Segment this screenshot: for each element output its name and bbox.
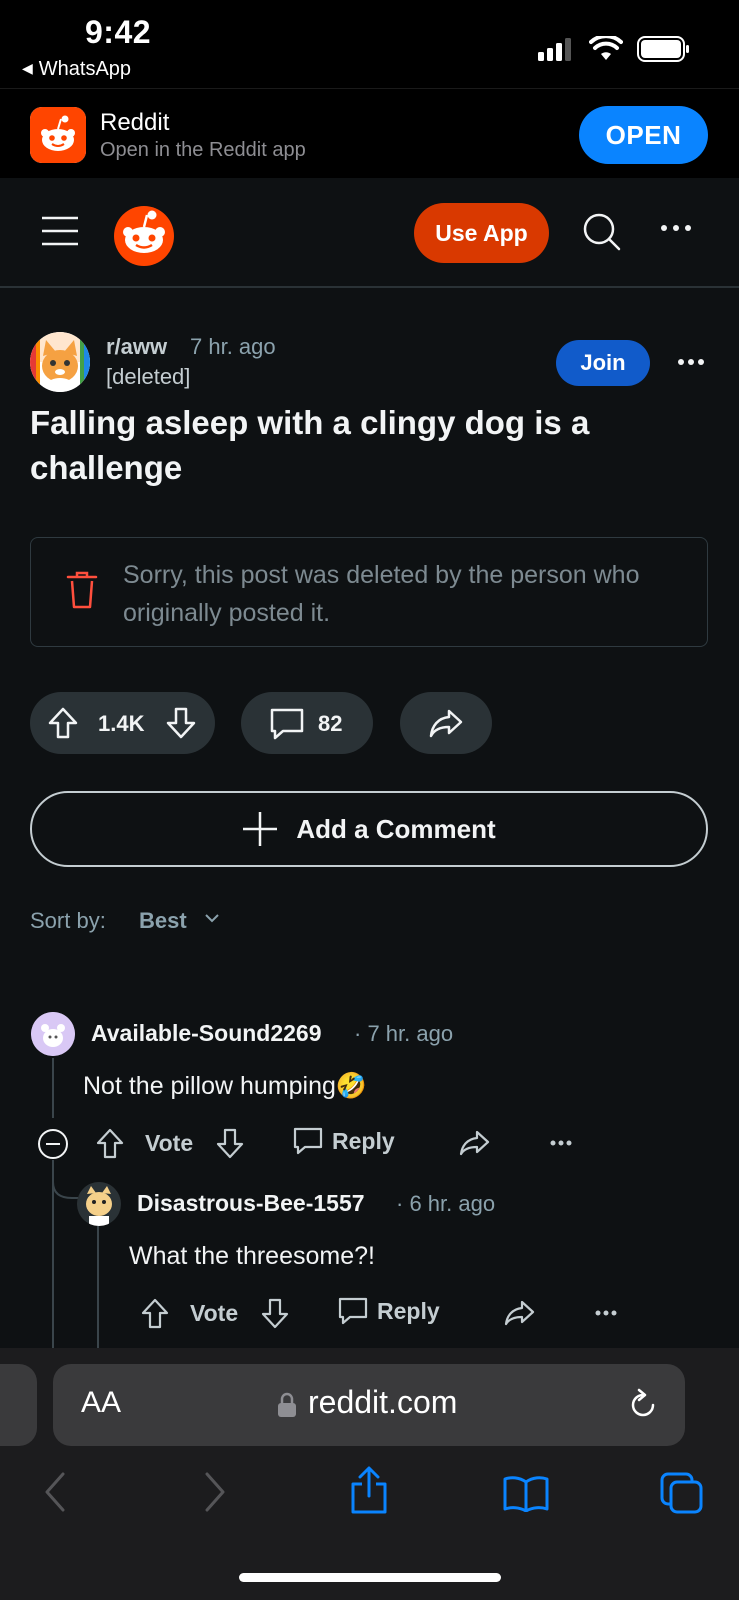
upvote-icon[interactable] [48, 707, 78, 739]
plus-icon [243, 812, 278, 846]
comment-body: Not the pillow humping🤣 [83, 1072, 368, 1100]
home-indicator [239, 1573, 501, 1582]
status-time: 9:42 [85, 14, 152, 50]
post-title: Falling asleep with a clingy dog is a ch… [30, 404, 590, 486]
back-to-app-link[interactable]: ◀ WhatsApp [22, 58, 131, 81]
chevron-down-icon[interactable] [204, 912, 220, 924]
reload-icon[interactable] [626, 1388, 660, 1422]
open-app-button[interactable]: OPEN [579, 106, 708, 164]
app-open-banner: Reddit Open in the Reddit app OPEN [0, 88, 739, 178]
bookmarks-icon[interactable] [503, 1474, 549, 1512]
deleted-post-notice: Sorry, this post was deleted by the pers… [30, 537, 708, 647]
banner-app-subtitle: Open in the Reddit app [100, 139, 306, 161]
post-score: 1.4K [98, 711, 145, 736]
reply-label: Reply [377, 1297, 440, 1324]
add-comment-button[interactable]: Add a Comment [30, 791, 708, 867]
reddit-logo-icon[interactable] [112, 204, 176, 268]
comment-time-text: 6 hr. ago [409, 1191, 496, 1216]
post-author: [deleted] [106, 364, 191, 389]
forward-icon[interactable] [203, 1472, 227, 1512]
share-button[interactable] [400, 692, 492, 754]
comment-count: 82 [318, 711, 343, 736]
comment-downvote-icon[interactable] [216, 1128, 244, 1160]
search-icon[interactable] [582, 212, 622, 252]
back-app-label: WhatsApp [38, 58, 132, 80]
status-bar: 9:42 ◀ WhatsApp [0, 0, 739, 88]
comment-vote-label: Vote [145, 1130, 194, 1156]
text-size-label: AA [81, 1386, 122, 1419]
subreddit-avatar[interactable] [30, 332, 90, 392]
hamburger-menu-icon[interactable] [42, 216, 80, 246]
comment-upvote-icon[interactable] [141, 1298, 169, 1330]
comment-vote-label: Vote [190, 1300, 239, 1326]
trash-icon [66, 571, 98, 609]
previous-tab-preview[interactable] [0, 1364, 37, 1446]
address-bar[interactable]: AA reddit.com [53, 1364, 685, 1446]
downvote-icon[interactable] [166, 707, 196, 739]
comment-share-icon[interactable] [458, 1130, 490, 1156]
more-options-icon[interactable] [660, 223, 692, 233]
reply-connector-line [52, 1170, 80, 1199]
url-text: reddit.com [308, 1384, 458, 1420]
reddit-app-icon [30, 107, 86, 163]
cellular-signal-icon [538, 38, 571, 61]
add-comment-label: Add a Comment [296, 813, 496, 844]
comment-avatar[interactable] [31, 1012, 75, 1056]
comment-reply-button[interactable]: Reply [293, 1126, 395, 1156]
share-arrow-icon [429, 709, 463, 738]
collapse-thread-icon[interactable] [37, 1128, 69, 1160]
comment-more-icon[interactable] [595, 1310, 617, 1316]
sort-label: Sort by: [30, 908, 106, 933]
sort-dropdown[interactable]: Best [139, 908, 187, 934]
reply-bubble-icon [338, 1297, 368, 1325]
comment-timestamp: · 6 hr. ago [396, 1191, 496, 1216]
comment-timestamp: · 7 hr. ago [354, 1021, 454, 1046]
comment-more-icon[interactable] [550, 1140, 572, 1146]
comment-username[interactable]: Available-Sound2269 [91, 1020, 322, 1047]
wifi-icon [589, 36, 623, 60]
back-triangle-icon: ◀ [22, 60, 33, 76]
comment-downvote-icon[interactable] [261, 1298, 289, 1330]
comment-upvote-icon[interactable] [96, 1128, 124, 1160]
share-icon[interactable] [349, 1466, 389, 1514]
comment-avatar[interactable] [77, 1182, 121, 1226]
tabs-icon[interactable] [660, 1472, 704, 1514]
post-vote-bar: 1.4K [30, 692, 215, 754]
reply-label: Reply [332, 1127, 395, 1154]
join-subreddit-button[interactable]: Join [556, 340, 650, 386]
text-size-button[interactable]: AA [81, 1386, 121, 1420]
deleted-notice-text: Sorry, this post was deleted by the pers… [123, 561, 640, 627]
thread-line [52, 1058, 54, 1118]
comment-username[interactable]: Disastrous-Bee-1557 [137, 1190, 365, 1217]
comment-time-text: 7 hr. ago [367, 1021, 454, 1046]
reddit-header: Use App [0, 178, 739, 288]
use-app-button[interactable]: Use App [414, 203, 549, 263]
comment-bubble-icon [270, 708, 304, 740]
thread-line [97, 1226, 99, 1350]
comment-body: What the threesome?! [129, 1242, 375, 1270]
post-more-options-icon[interactable] [678, 358, 704, 366]
post-timestamp: 7 hr. ago [190, 334, 276, 359]
comment-share-icon[interactable] [503, 1300, 535, 1326]
comment-reply-button[interactable]: Reply [338, 1296, 440, 1326]
safari-toolbar: AA reddit.com [0, 1348, 739, 1600]
lock-icon [278, 1392, 296, 1417]
subreddit-name[interactable]: r/aww [106, 334, 167, 360]
back-icon[interactable] [43, 1472, 67, 1512]
reply-bubble-icon [293, 1127, 323, 1155]
comments-button[interactable]: 82 [241, 692, 373, 754]
battery-icon [637, 36, 689, 62]
banner-app-title: Reddit [100, 109, 170, 136]
